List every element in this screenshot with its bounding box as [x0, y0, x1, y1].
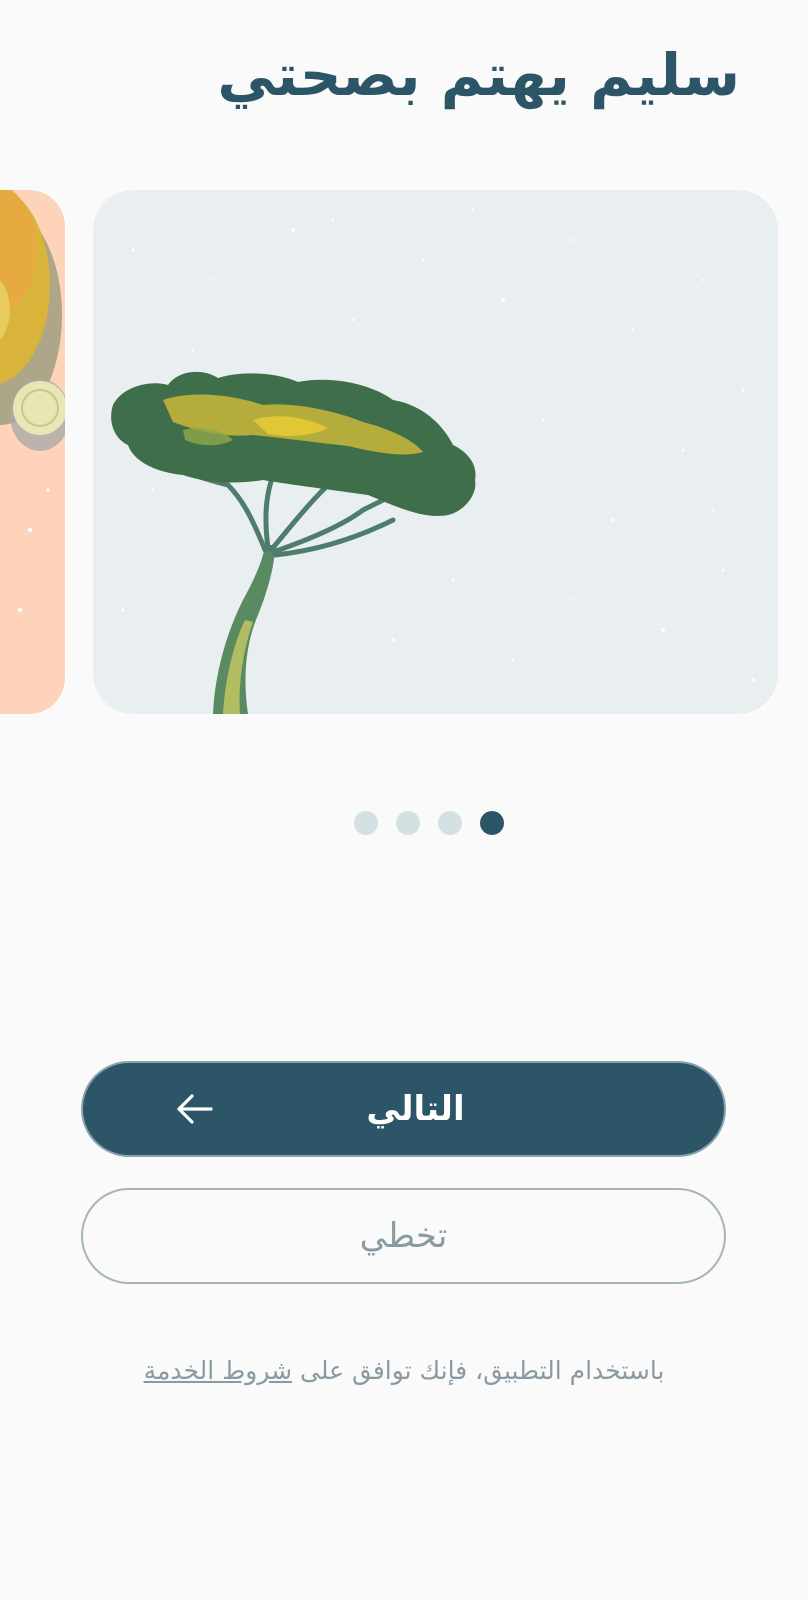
- next-button-label: التالي: [366, 1089, 465, 1129]
- page-dot[interactable]: [396, 811, 420, 835]
- terms-of-service-link[interactable]: شروط الخدمة: [144, 1356, 293, 1385]
- tree-illustration: [111, 208, 755, 714]
- terms-notice: باستخدام التطبيق، فإنك توافق على شروط ال…: [60, 1356, 748, 1385]
- page-indicator: [0, 811, 808, 835]
- skip-button-label: تخطي: [359, 1216, 448, 1256]
- page-title: سليم يهتم بصحتي: [217, 41, 740, 109]
- page-dot[interactable]: [438, 811, 462, 835]
- carousel-card-tree[interactable]: [93, 190, 778, 714]
- next-button[interactable]: التالي: [81, 1061, 726, 1157]
- page-dot-active[interactable]: [480, 811, 504, 835]
- skip-button[interactable]: تخطي: [81, 1188, 726, 1284]
- terms-prefix: باستخدام التطبيق، فإنك توافق على: [292, 1356, 665, 1385]
- fruit-illustration: [0, 190, 65, 612]
- carousel-card-fruit[interactable]: [0, 190, 65, 714]
- onboarding-carousel[interactable]: [0, 190, 808, 714]
- arrow-left-icon: [177, 1094, 213, 1124]
- page-dot[interactable]: [354, 811, 378, 835]
